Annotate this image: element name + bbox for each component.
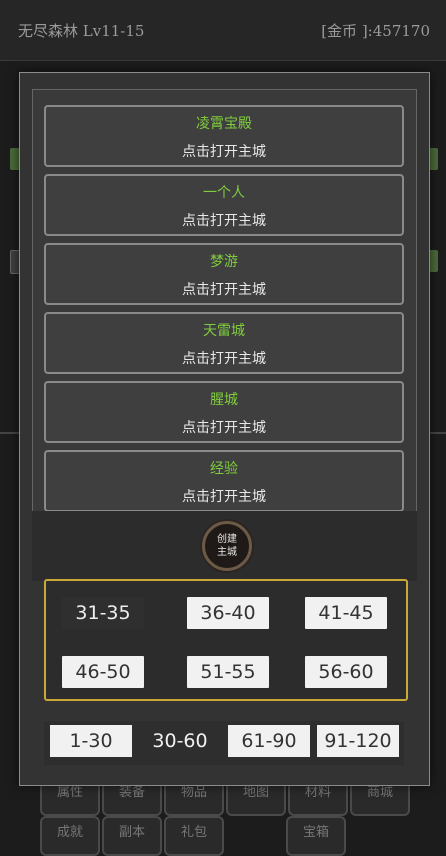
city-action: 点击打开主城 bbox=[182, 144, 266, 160]
city-action: 点击打开主城 bbox=[182, 282, 266, 298]
city-name: 凌霄宝殿 bbox=[196, 116, 252, 132]
city-select-modal: 凌霄宝殿 点击打开主城 一个人 点击打开主城 梦游 点击打开主城 天雷城 点击打… bbox=[19, 72, 430, 786]
level-range-panel: 31-35 36-40 41-45 46-50 51-55 56-60 bbox=[44, 579, 408, 701]
city-item[interactable]: 凌霄宝殿 点击打开主城 bbox=[44, 105, 404, 167]
range-button-36-40[interactable]: 36-40 bbox=[187, 597, 269, 629]
city-list-frame[interactable]: 凌霄宝殿 点击打开主城 一个人 点击打开主城 梦游 点击打开主城 天雷城 点击打… bbox=[32, 89, 417, 513]
city-name: 经验 bbox=[210, 461, 238, 477]
gold-amount: [金币 ]:457170 bbox=[321, 22, 430, 40]
map-name: 无尽森林 Lv11-15 bbox=[18, 22, 145, 40]
nav-button[interactable]: 礼包 bbox=[164, 816, 224, 856]
nav-button[interactable]: 副本 bbox=[102, 816, 162, 856]
city-name: 一个人 bbox=[203, 185, 245, 201]
city-name: 天雷城 bbox=[203, 323, 245, 339]
create-city-label: 创建 主城 bbox=[217, 534, 237, 558]
top-bar: 无尽森林 Lv11-15 [金币 ]:457170 bbox=[0, 0, 446, 61]
tier-tab-91-120[interactable]: 91-120 bbox=[317, 725, 399, 757]
city-list: 凌霄宝殿 点击打开主城 一个人 点击打开主城 梦游 点击打开主城 天雷城 点击打… bbox=[44, 105, 404, 512]
city-action: 点击打开主城 bbox=[182, 213, 266, 229]
tier-tab-1-30[interactable]: 1-30 bbox=[50, 725, 132, 757]
bg-divider bbox=[428, 432, 446, 434]
create-city-button[interactable]: 创建 主城 bbox=[202, 521, 252, 571]
city-item[interactable]: 梦游 点击打开主城 bbox=[44, 243, 404, 305]
city-item[interactable]: 腥城 点击打开主城 bbox=[44, 381, 404, 443]
city-item[interactable]: 一个人 点击打开主城 bbox=[44, 174, 404, 236]
tier-tab-61-90[interactable]: 61-90 bbox=[228, 725, 310, 757]
city-item[interactable]: 经验 点击打开主城 bbox=[44, 450, 404, 512]
tier-tab-30-60[interactable]: 30-60 bbox=[140, 725, 220, 757]
bg-divider bbox=[0, 432, 19, 434]
city-action: 点击打开主城 bbox=[182, 489, 266, 505]
city-action: 点击打开主城 bbox=[182, 351, 266, 367]
city-action: 点击打开主城 bbox=[182, 420, 266, 436]
city-name: 腥城 bbox=[210, 392, 238, 408]
range-button-41-45[interactable]: 41-45 bbox=[305, 597, 387, 629]
range-button-46-50[interactable]: 46-50 bbox=[62, 656, 144, 688]
city-item[interactable]: 天雷城 点击打开主城 bbox=[44, 312, 404, 374]
nav-button[interactable]: 成就 bbox=[40, 816, 100, 856]
nav-button[interactable]: 宝箱 bbox=[286, 816, 346, 856]
city-name: 梦游 bbox=[210, 254, 238, 270]
range-button-56-60[interactable]: 56-60 bbox=[305, 656, 387, 688]
tier-tabs: 1-30 30-60 61-90 91-120 bbox=[44, 721, 404, 765]
range-button-51-55[interactable]: 51-55 bbox=[187, 656, 269, 688]
range-button-31-35[interactable]: 31-35 bbox=[62, 597, 144, 629]
